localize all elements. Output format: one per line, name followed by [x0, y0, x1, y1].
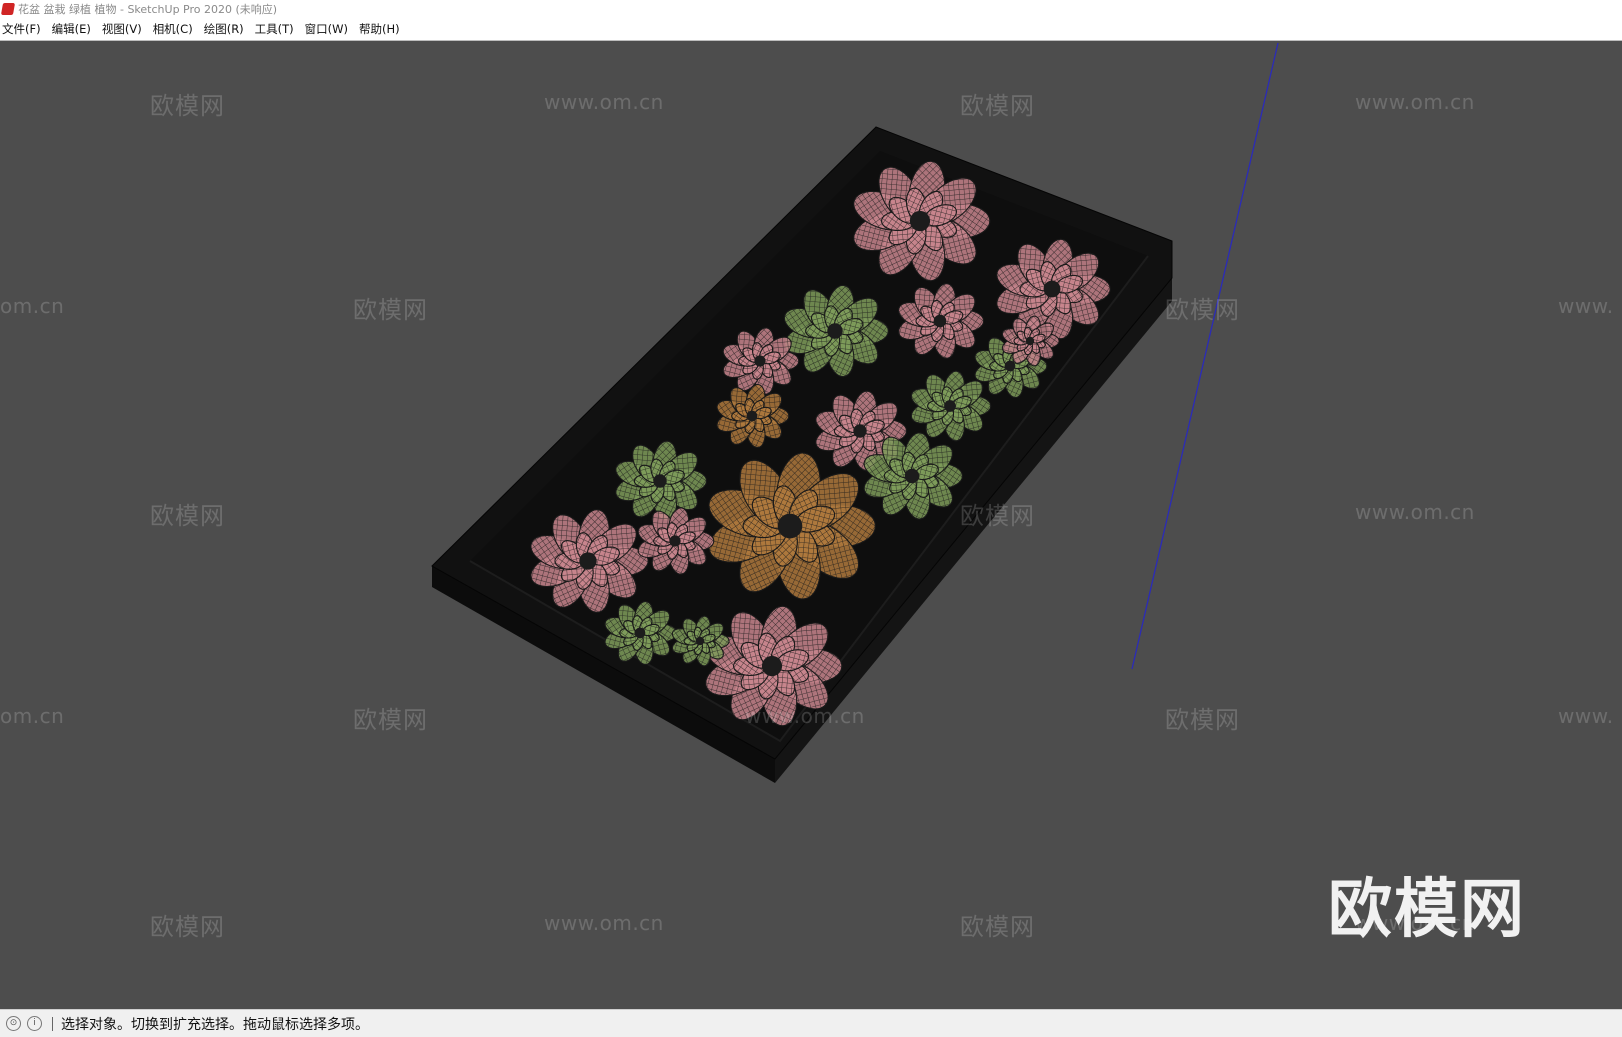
- watermark-url: www.om.cn: [544, 911, 664, 935]
- watermark-brand: 欧模网: [1165, 296, 1240, 324]
- menu-help[interactable]: 帮助(H): [355, 21, 407, 37]
- watermark-brand: 欧模网: [150, 92, 225, 120]
- model-viewport[interactable]: 欧模网 www.om.cn 欧模网 www.om.cn om.cn 欧模网 欧模…: [0, 41, 1622, 1009]
- menu-bar: 文件(F) 编辑(E) 视图(V) 相机(C) 绘图(R) 工具(T) 窗口(W…: [0, 18, 1622, 41]
- watermark-brand: 欧模网: [960, 92, 1035, 120]
- watermark-url: www.om.cn: [745, 704, 865, 728]
- watermark-brand: 欧模网: [353, 706, 428, 734]
- menu-draw[interactable]: 绘图(R): [200, 21, 251, 37]
- watermark-url-partial: www.: [1558, 704, 1614, 728]
- menu-edit[interactable]: 编辑(E): [48, 21, 98, 37]
- watermark-url: www.om.cn: [1355, 90, 1475, 114]
- menu-camera[interactable]: 相机(C): [149, 21, 200, 37]
- watermark-logo-large: 欧模网: [1328, 873, 1526, 947]
- menu-file[interactable]: 文件(F): [0, 21, 48, 37]
- geolocation-icon[interactable]: ⊙: [6, 1016, 21, 1031]
- watermark-brand: 欧模网: [960, 502, 1035, 530]
- watermark-url-partial: www.: [1558, 294, 1614, 318]
- menu-tools[interactable]: 工具(T): [251, 21, 301, 37]
- status-bar: ⊙ i 选择对象。切换到扩充选择。拖动鼠标选择多项。: [0, 1009, 1622, 1037]
- sketchup-app-icon: [0, 3, 16, 15]
- watermark-brand: 欧模网: [960, 913, 1035, 941]
- info-icon[interactable]: i: [27, 1016, 42, 1031]
- watermark-url-partial: om.cn: [0, 704, 65, 728]
- watermark-url: www.om.cn: [544, 90, 664, 114]
- blue-axis-line: [1131, 42, 1279, 670]
- watermark-brand: 欧模网: [1165, 706, 1240, 734]
- watermark-brand: 欧模网: [353, 296, 428, 324]
- menu-view[interactable]: 视图(V): [98, 21, 149, 37]
- status-divider: [52, 1016, 53, 1031]
- watermark-brand: 欧模网: [150, 913, 225, 941]
- status-message: 选择对象。切换到扩充选择。拖动鼠标选择多项。: [61, 1016, 369, 1033]
- watermark-url-partial: om.cn: [0, 294, 65, 318]
- watermark-brand: 欧模网: [150, 502, 225, 530]
- menu-window[interactable]: 窗口(W): [301, 21, 355, 37]
- watermark-url: www.om.cn: [1355, 500, 1475, 524]
- title-bar: 花盆 盆栽 绿植 植物 - SketchUp Pro 2020 (未响应): [0, 0, 1622, 18]
- window-title: 花盆 盆栽 绿植 植物 - SketchUp Pro 2020 (未响应): [18, 3, 278, 16]
